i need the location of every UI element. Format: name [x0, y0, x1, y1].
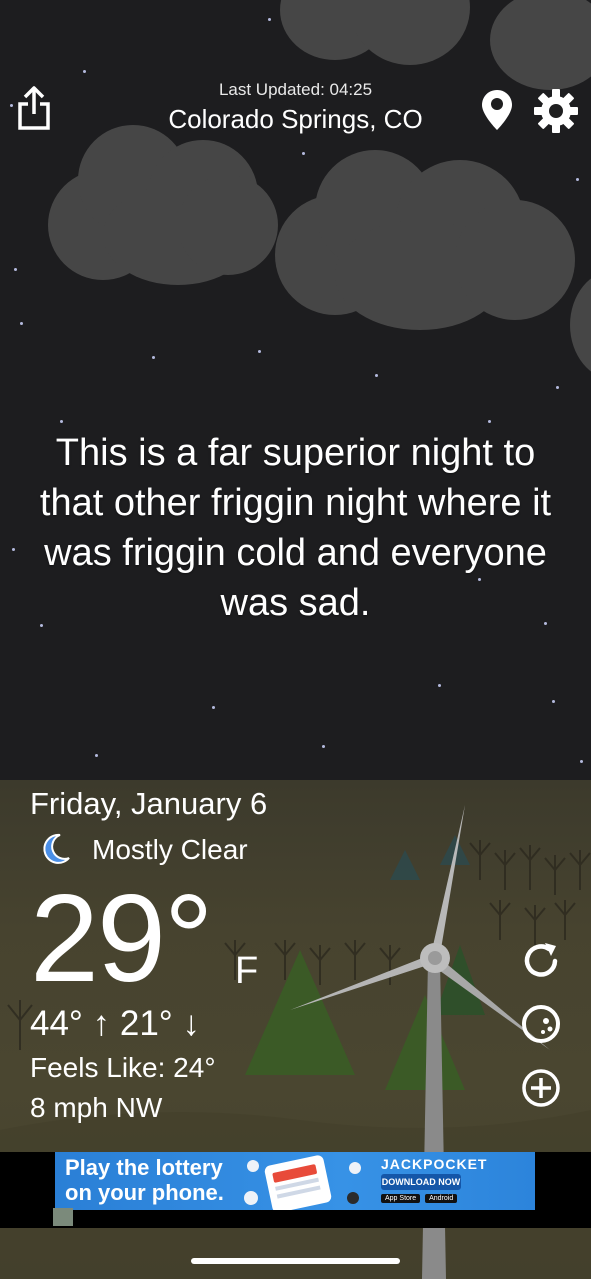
ad-fine-print: [472, 1156, 532, 1206]
cloud: [280, 0, 480, 70]
high-low-temperature: 44° ↑ 21° ↓: [30, 1004, 201, 1043]
temperature-unit[interactable]: F: [235, 950, 258, 993]
star: [212, 706, 215, 709]
add-location-button[interactable]: [518, 1065, 564, 1111]
settings-button[interactable]: [533, 88, 579, 134]
location-pin-icon: [482, 90, 512, 130]
refresh-icon: [524, 943, 558, 977]
add-icon: [522, 1069, 560, 1107]
star: [268, 18, 271, 21]
star: [95, 754, 98, 757]
star: [12, 548, 15, 551]
star: [438, 684, 441, 687]
star: [556, 386, 559, 389]
cloud: [275, 150, 575, 330]
star: [60, 420, 63, 423]
ad-headline-line2: on your phone.: [65, 1180, 224, 1205]
ad-choices-icon[interactable]: [53, 1208, 73, 1226]
condition-label: Mostly Clear: [92, 834, 248, 865]
ad-banner[interactable]: Play the lottery on your phone. JACKPOCK…: [55, 1152, 535, 1210]
home-indicator[interactable]: [191, 1258, 400, 1264]
refresh-button[interactable]: [518, 938, 564, 984]
current-temperature: 29°: [30, 870, 214, 1008]
star: [576, 178, 579, 181]
ad-phone-image: [244, 1155, 361, 1210]
moon-icon: [43, 833, 70, 864]
cloud: [570, 270, 591, 390]
star: [580, 760, 583, 763]
top-bar: Last Updated: 04:25 Colorado Springs, CO: [0, 70, 591, 140]
star: [322, 745, 325, 748]
star: [552, 700, 555, 703]
weather-quote: This is a far superior night to that oth…: [39, 432, 552, 624]
radar-button[interactable]: [518, 1001, 564, 1047]
cloud: [48, 125, 278, 285]
star: [258, 350, 261, 353]
ad-headline: Play the lottery on your phone.: [65, 1155, 224, 1205]
android-badge[interactable]: Android: [425, 1194, 458, 1203]
ad-headline-line1: Play the lottery: [65, 1155, 223, 1180]
location-button[interactable]: [480, 88, 514, 132]
radar-icon: [522, 1005, 560, 1043]
ad-download-button[interactable]: DOWNLOAD NOW: [381, 1174, 461, 1190]
ad-store-badges: App Store Android: [381, 1194, 460, 1203]
star: [152, 356, 155, 359]
gear-icon: [534, 89, 578, 133]
wind-label: 8 mph NW: [30, 1092, 163, 1123]
app-store-badge[interactable]: App Store: [381, 1194, 421, 1203]
weather-scene: [0, 0, 591, 1279]
ad-banner-container: Play the lottery on your phone. JACKPOCK…: [0, 1152, 591, 1228]
star: [375, 374, 378, 377]
star: [20, 322, 23, 325]
star: [488, 420, 491, 423]
date-label: Friday, January 6: [30, 786, 268, 821]
star: [14, 268, 17, 271]
feels-like-label: Feels Like: 24°: [30, 1052, 216, 1083]
